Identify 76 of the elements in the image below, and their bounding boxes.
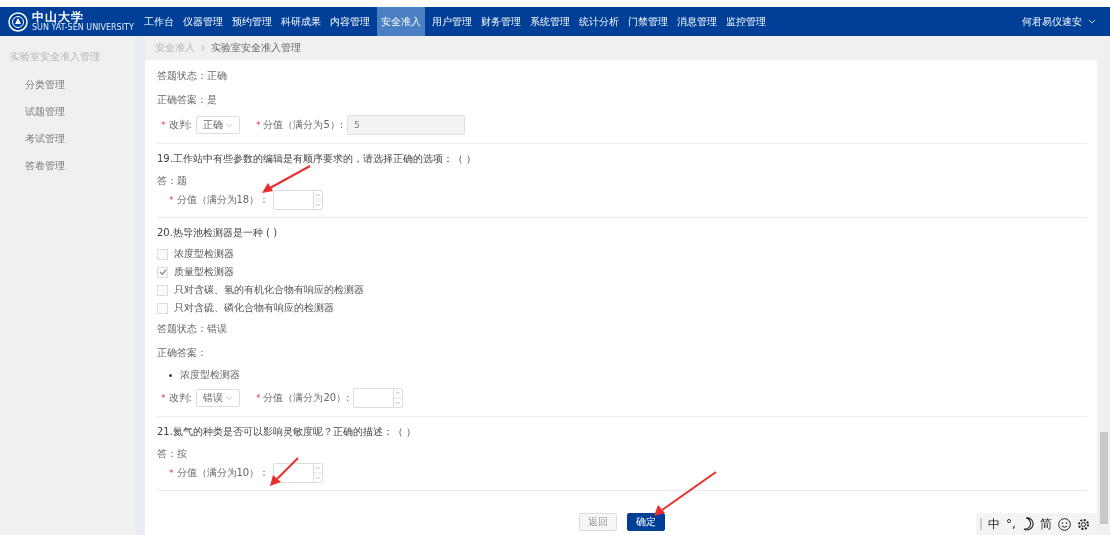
emoji-icon[interactable]	[1057, 517, 1071, 531]
judge-select[interactable]: 错误	[195, 389, 240, 407]
sidebar-item[interactable]: 分类管理	[8, 78, 135, 105]
university-subtitle: SUN YAT-SEN UNIVERSITY	[32, 24, 134, 32]
user-menu[interactable]: 何君易仪速安	[1022, 14, 1110, 29]
nav-menu-item[interactable]: 财务管理	[478, 7, 523, 36]
answer-text: 答：题	[157, 174, 187, 188]
nav-menu-item[interactable]: 消息管理	[674, 7, 719, 36]
nav-menu-item[interactable]: 科研成果	[278, 7, 323, 36]
field-label: 分值（满分为5）:	[263, 118, 344, 132]
ime-button[interactable]: °,	[1006, 517, 1016, 531]
check-icon	[158, 268, 167, 276]
nav-menu-item[interactable]: 工作台	[141, 7, 176, 36]
annotation-arrow	[268, 456, 300, 488]
checkbox[interactable]	[157, 284, 168, 296]
breadcrumb-item: 实验室安全准入管理	[211, 41, 301, 55]
field-label: 改判:	[168, 118, 192, 132]
required-mark: *	[169, 195, 174, 205]
info-text: 答题状态：正确	[157, 69, 227, 83]
caret-icon	[1088, 19, 1096, 24]
answer-text: 答：按	[157, 447, 187, 461]
required-mark: *	[255, 120, 261, 130]
university-emblem-icon	[8, 11, 28, 32]
chevron-icon	[201, 45, 205, 51]
judge-select[interactable]: 正确	[195, 116, 240, 134]
nav-menu-item[interactable]: 安全准入	[376, 7, 425, 36]
nav-menu-item[interactable]: 监控管理	[723, 7, 768, 36]
option-label: 质量型检测器	[174, 265, 234, 279]
chevron-down-icon	[225, 123, 233, 127]
nav-menu-item[interactable]: 预约管理	[229, 7, 274, 36]
option-label: 只对含碳、氢的有机化合物有响应的检测器	[174, 283, 364, 297]
sidebar-item[interactable]: 试题管理	[8, 105, 135, 132]
required-mark: *	[161, 120, 166, 130]
option-label: 只对含硫、磷化合物有响应的检测器	[174, 301, 334, 315]
stepper-arrows-icon[interactable]	[313, 464, 323, 482]
nav-menu-item[interactable]: 门禁管理	[625, 7, 670, 36]
nav-menu-item[interactable]: 系统管理	[527, 7, 572, 36]
nav-menu-item[interactable]: 内容管理	[327, 7, 372, 36]
field-label: 分值（满分为20）:	[263, 391, 350, 405]
ime-button[interactable]: 中	[988, 515, 1000, 533]
answer-option-text: 浓度型检测器	[180, 368, 240, 382]
score-input[interactable]	[273, 190, 324, 210]
annotation-arrow	[652, 470, 718, 518]
question-text: 21.氦气的种类是否可以影响灵敏度呢？正确的描述：（ ）	[157, 425, 417, 439]
info-text: 正确答案：	[157, 346, 207, 360]
nav-menu-item[interactable]: 统计分析	[576, 7, 621, 36]
ime-button[interactable]: 简	[1039, 515, 1052, 533]
option-label: 浓度型检测器	[174, 247, 234, 261]
confirm-button[interactable]: 确定	[627, 513, 665, 531]
sidebar-item[interactable]: 答卷管理	[8, 159, 135, 186]
required-mark: *	[161, 393, 166, 403]
checkbox[interactable]	[157, 302, 168, 314]
stepper-arrows-icon[interactable]	[313, 191, 323, 209]
score-input[interactable]	[353, 388, 404, 408]
sidebar-item[interactable]: 考试管理	[8, 132, 135, 159]
required-mark: *	[169, 468, 174, 478]
moon-icon[interactable]	[1021, 517, 1034, 531]
field-label: 改判:	[168, 391, 192, 405]
stepper-arrows-icon[interactable]	[393, 389, 403, 407]
question-text: 20.热导池检测器是一种 ( )	[157, 226, 278, 240]
info-text: 答题状态：错误	[157, 322, 227, 336]
required-mark: *	[255, 393, 261, 403]
checkbox[interactable]	[157, 266, 168, 278]
bullet-icon	[169, 373, 172, 377]
settings-icon[interactable]	[1076, 517, 1090, 531]
university-name: 中山大学	[32, 11, 85, 23]
chevron-down-icon	[225, 396, 233, 400]
field-label: 分值（满分为10）：	[176, 466, 270, 480]
nav-menu-item[interactable]: 仪器管理	[180, 7, 225, 36]
question-text: 19.工作站中有些参数的编辑是有顺序要求的，请选择正确的选项：（ ）	[157, 152, 477, 166]
nav-menu-item[interactable]: 用户管理	[429, 7, 474, 36]
info-text: 正确答案：是	[157, 93, 217, 107]
annotation-arrow	[260, 164, 312, 196]
field-label: 分值（满分为18）：	[176, 193, 270, 207]
scrollbar-thumb[interactable]	[1100, 432, 1108, 524]
checkbox[interactable]	[157, 248, 168, 260]
